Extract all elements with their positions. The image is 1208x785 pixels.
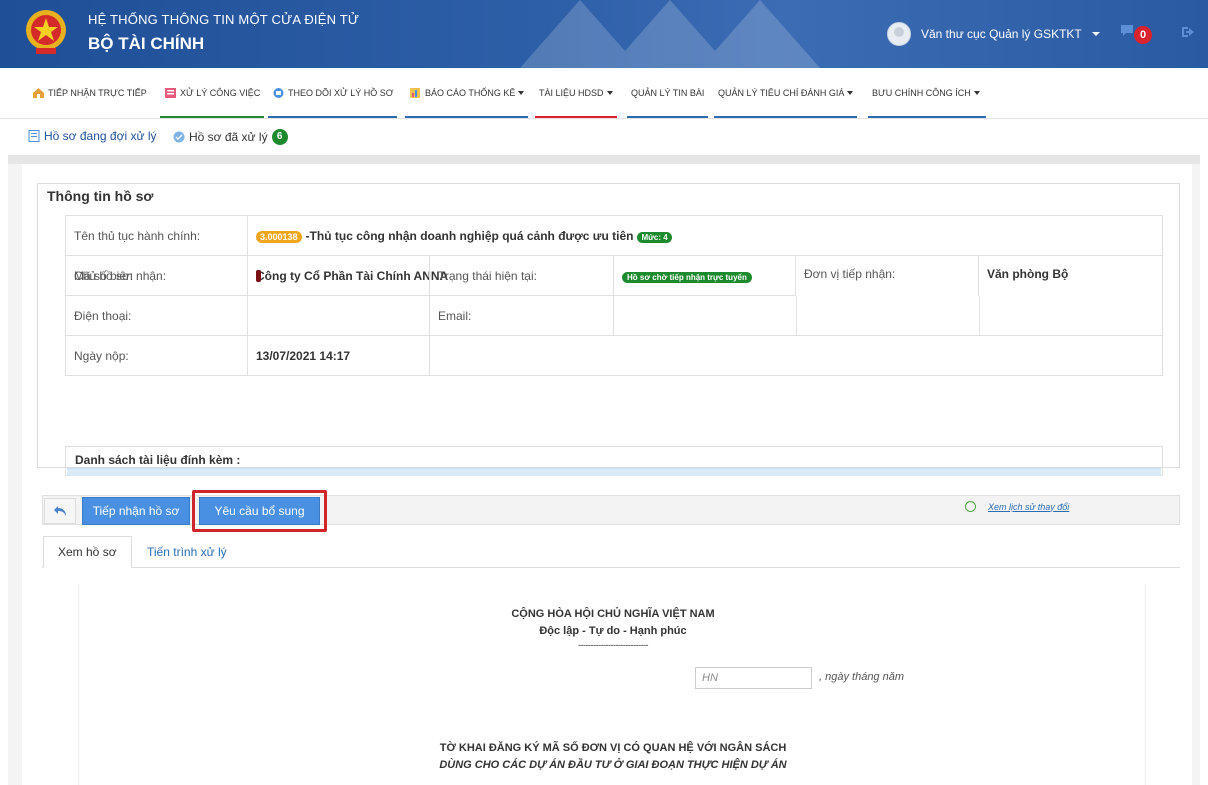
- tab-view-record[interactable]: Xem hồ sơ: [43, 536, 132, 568]
- chevron-down-icon[interactable]: [1092, 32, 1100, 36]
- nav-label: TIẾP NHẬN TRỰC TIẾP: [48, 88, 147, 98]
- nav-quan-ly-tin-bai[interactable]: QUẢN LÝ TIN BÀI: [627, 68, 709, 118]
- main-navbar: TIẾP NHẬN TRỰC TIẾP XỬ LÝ CÔNG VIỆC THEO…: [0, 68, 1208, 119]
- date-value: 13/07/2021 14:17: [247, 335, 430, 376]
- history-label: Xem lịch sử thay đổi: [988, 501, 1070, 512]
- history-link[interactable]: Xem lịch sử thay đổi: [965, 501, 1069, 512]
- procedure-name: -Thủ tục công nhận doanh nghiệp quá cảnh…: [305, 228, 634, 243]
- tab-done[interactable]: Hồ sơ đã xử lý 6: [173, 129, 288, 145]
- nav-label: BÁO CÁO THỐNG KÊ: [425, 88, 516, 98]
- receipt-marker: [256, 270, 261, 283]
- chat-icon[interactable]: [1120, 23, 1134, 37]
- task-icon: [165, 88, 176, 98]
- attachments-label: Danh sách tài liệu đính kèm :: [75, 453, 241, 467]
- phone-label: Điện thoại:: [65, 295, 248, 336]
- date-label: Ngày nộp:: [65, 335, 248, 376]
- receipt-value: [247, 255, 430, 296]
- doc-separator: ----------------------------: [578, 640, 648, 650]
- notification-badge[interactable]: 0: [1134, 26, 1152, 44]
- avatar[interactable]: [887, 22, 911, 46]
- undo-button[interactable]: [44, 498, 76, 524]
- chevron-down-icon: [847, 91, 854, 95]
- panel-title: Thông tin hồ sơ: [47, 188, 154, 204]
- nav-label: QUẢN LÝ TIÊU CHÍ ĐÁNH GIÁ: [718, 88, 845, 98]
- nav-xu-ly-cong-viec[interactable]: XỬ LÝ CÔNG VIỆC: [160, 68, 265, 118]
- nav-label: XỬ LÝ CÔNG VIỆC: [180, 88, 261, 98]
- tab-pending-label: Hồ sơ đang đợi xử lý: [44, 129, 157, 143]
- logout-icon[interactable]: [1180, 24, 1196, 40]
- nav-tai-lieu-hdsd[interactable]: TÀI LIỆU HDSD: [535, 68, 617, 118]
- attachments-section: Danh sách tài liệu đính kèm :: [65, 446, 1163, 476]
- status-label: Trạng thái hiện tại:: [429, 255, 614, 296]
- history-icon: [965, 501, 976, 512]
- receiver-label: Đơn vị tiếp nhận:: [795, 256, 978, 296]
- chevron-down-icon: [518, 91, 525, 95]
- system-title: HỆ THỐNG THÔNG TIN MỘT CỬA ĐIỆN TỬ: [88, 12, 360, 27]
- procedure-code-badge: 3.000138: [256, 230, 302, 243]
- report-icon: [410, 88, 420, 98]
- track-icon: [273, 88, 284, 98]
- ministry-title: BỘ TÀI CHÍNH: [88, 34, 205, 53]
- place-input[interactable]: HN: [695, 667, 812, 689]
- home-icon: [33, 88, 44, 98]
- highlight-box: [192, 490, 327, 532]
- doc-form-subtitle: DÙNG CHO CÁC DỰ ÁN ĐẦU TƯ Ở GIAI ĐOẠN TH…: [439, 759, 787, 771]
- chevron-down-icon: [973, 91, 980, 95]
- procedure-value: 3.000138 -Thủ tục công nhận doanh nghiệp …: [247, 215, 1163, 256]
- divider: [8, 155, 1200, 164]
- tab-done-label: Hồ sơ đã xử lý: [189, 130, 268, 144]
- app-header: HỆ THỐNG THÔNG TIN MỘT CỬA ĐIỆN TỬ BỘ TÀ…: [0, 0, 1208, 68]
- receipt-label: Mã số biên nhận:: [65, 255, 248, 296]
- tab-progress[interactable]: Tiến trình xử lý: [133, 536, 241, 568]
- doc-date-text: , ngày tháng năm: [819, 671, 905, 683]
- chevron-down-icon: [606, 91, 613, 95]
- nav-buu-chinh-cong-ich[interactable]: BƯU CHÍNH CÔNG ÍCH: [868, 68, 986, 118]
- procedure-label: Tên thủ tục hành chính:: [65, 215, 248, 256]
- email-value: [613, 295, 797, 336]
- document-preview: CỘNG HÒA HỘI CHỦ NGHĨA VIỆT NAM Độc lập …: [78, 585, 1146, 785]
- user-menu[interactable]: Văn thư cục Quản lý GSKTKT: [921, 27, 1082, 41]
- receive-record-button[interactable]: Tiếp nhận hồ sơ: [82, 497, 190, 525]
- attachments-list: [67, 468, 1161, 476]
- phone-value: [247, 295, 430, 336]
- document-icon: [28, 130, 40, 142]
- undo-icon: [54, 506, 66, 516]
- doc-national-title: CỘNG HÒA HỘI CHỦ NGHĨA VIỆT NAM: [511, 608, 715, 620]
- nav-label: TÀI LIỆU HDSD: [539, 88, 604, 98]
- nav-bao-cao-thong-ke[interactable]: BÁO CÁO THỐNG KÊ: [405, 68, 529, 118]
- doc-form-title: TỜ KHAI ĐĂNG KÝ MÃ SỐ ĐƠN VỊ CÓ QUAN HỆ …: [439, 742, 787, 754]
- subtabs: Hồ sơ đang đợi xử lý Hồ sơ đã xử lý 6: [0, 119, 1208, 155]
- status-badge: Hồ sơ chờ tiếp nhận trực tuyến: [622, 271, 752, 283]
- doc-motto: Độc lập - Tự do - Hạnh phúc: [539, 625, 687, 637]
- nav-theo-doi-xu-ly-ho-so[interactable]: THEO DÕI XỬ LÝ HỒ SƠ: [268, 68, 398, 118]
- nav-tiep-nhan-truc-tiep[interactable]: TIẾP NHẬN TRỰC TIẾP: [28, 68, 151, 118]
- header-pattern: [520, 0, 820, 68]
- done-count-badge: 6: [271, 129, 288, 145]
- status-value: Hồ sơ chờ tiếp nhận trực tuyến: [613, 255, 797, 296]
- tab-pending[interactable]: Hồ sơ đang đợi xử lý: [28, 129, 156, 143]
- email-label: Email:: [429, 295, 614, 336]
- nav-label: QUẢN LÝ TIN BÀI: [631, 88, 705, 98]
- national-emblem-logo: [26, 10, 66, 54]
- record-info-panel: Thông tin hồ sơ Tên thủ tục hành chính: …: [37, 183, 1180, 476]
- check-circle-icon: [173, 131, 185, 143]
- nav-quan-ly-tieu-chi-danh-gia[interactable]: QUẢN LÝ TIÊU CHÍ ĐÁNH GIÁ: [714, 68, 858, 118]
- nav-label: BƯU CHÍNH CÔNG ÍCH: [872, 88, 971, 98]
- level-badge: Mức: 4: [637, 231, 672, 243]
- receiver-value: Văn phòng Bộ: [978, 256, 1162, 296]
- nav-label: THEO DÕI XỬ LÝ HỒ SƠ: [288, 88, 394, 98]
